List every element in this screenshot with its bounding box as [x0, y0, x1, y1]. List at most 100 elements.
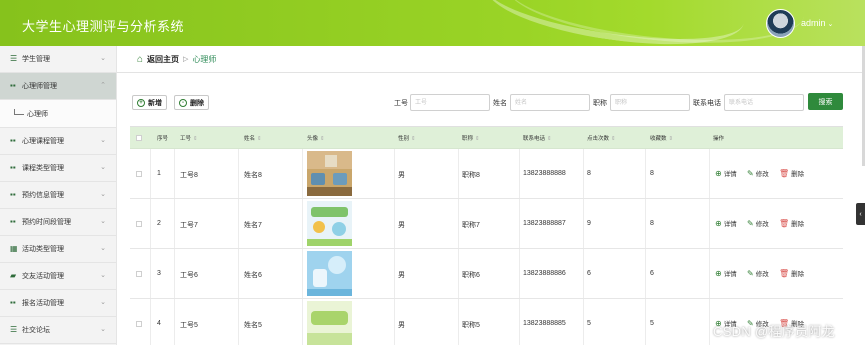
detail-button[interactable]: ⊕ 详情 [715, 168, 737, 179]
minus-icon: - [179, 98, 187, 107]
chevron-up-icon: ⌃ [100, 82, 106, 89]
cell-title: 职称7 [462, 222, 480, 229]
column-header[interactable]: 收藏数 ⇕ [650, 134, 673, 142]
cell-favorites: 5 [650, 320, 654, 327]
avatar-thumbnail[interactable] [307, 151, 352, 196]
edit-icon: ✎ [747, 218, 754, 228]
search-id-input[interactable] [410, 94, 490, 111]
add-button[interactable]: + 新增 [132, 95, 167, 110]
avatar-thumbnail[interactable] [307, 251, 352, 296]
column-header[interactable]: 工号 ⇕ [180, 134, 198, 142]
column-header[interactable]: 姓名 ⇕ [244, 134, 262, 142]
sidebar-item-social-activities[interactable]: ▰ 交友活动管理 ⌄ [0, 263, 116, 290]
sidebar-item-label: 学生管理 [22, 56, 50, 63]
search-label-title: 职称 [593, 100, 607, 107]
data-table: 序号 工号 ⇕ 姓名 ⇕ 头像 ⇕ 性别 ⇕ 职称 ⇕ 联系电话 ⇕ 点击次数 ⇕ 收藏数 ⇕ … [130, 126, 843, 345]
sidebar-item-label: 心理师管理 [22, 83, 57, 90]
search-title-input[interactable] [610, 94, 690, 111]
sidebar-item-appointments[interactable]: ▪▪ 预约信息管理 ⌄ [0, 182, 116, 209]
search-button[interactable]: 搜索 [808, 93, 843, 110]
user-menu[interactable]: admin ⌄ [801, 18, 833, 28]
edit-icon: ✎ [747, 168, 754, 178]
table-row[interactable]: 2 工号7 姓名7 男 职称7 13823888887 9 8 ⊕ 详情 ✎ 修改 … [130, 199, 843, 249]
sidebar-item-courses[interactable]: ▪▪ 心理课程管理 ⌄ [0, 128, 116, 155]
row-checkbox[interactable] [136, 171, 142, 177]
avatar[interactable] [766, 9, 795, 38]
cell-id: 工号5 [180, 322, 198, 329]
app-title: 大学生心理测评与分析系统 [22, 19, 185, 34]
cell-title: 职称8 [462, 172, 480, 179]
list-icon: ☰ [10, 54, 18, 63]
column-header[interactable]: 头像 ⇕ [307, 134, 325, 142]
breadcrumb-home-link[interactable]: 返回主页 [147, 54, 179, 65]
cell-gender: 男 [398, 172, 405, 179]
add-button-label: 新增 [148, 99, 162, 107]
cell-phone: 13823888888 [523, 170, 566, 177]
edit-button[interactable]: ✎ 修改 [747, 268, 769, 279]
search-name-input[interactable] [510, 94, 590, 111]
sidebar-item-label: 社交论坛 [22, 327, 50, 334]
column-header[interactable]: 性别 ⇕ [398, 134, 416, 142]
sidebar-item-forum[interactable]: ☰ 社交论坛 ⌄ [0, 317, 116, 344]
sidebar-item-activity-types[interactable]: ▦ 活动类型管理 ⌄ [0, 236, 116, 263]
chevron-down-icon: ⌄ [827, 21, 834, 28]
row-checkbox[interactable] [136, 321, 142, 327]
delete-row-button[interactable]: 🗑 删除 [779, 168, 804, 179]
sidebar-item-counselors[interactable]: ▪▪ 心理师管理 ⌃ [0, 73, 116, 100]
delete-button-label: 删除 [190, 99, 204, 107]
sidebar-subitem-counselor[interactable]: 心理师 [0, 100, 116, 128]
cell-gender: 男 [398, 322, 405, 329]
delete-row-button[interactable]: 🗑 删除 [779, 218, 804, 229]
sidebar-item-label: 心理课程管理 [22, 138, 64, 145]
tree-branch-icon [14, 108, 24, 115]
sidebar-item-label: 预约信息管理 [22, 192, 64, 199]
trash-icon: 🗑 [779, 268, 790, 278]
detail-button[interactable]: ⊕ 详情 [715, 218, 737, 229]
table-row[interactable]: 3 工号6 姓名6 男 职称6 13823888886 6 6 ⊕ 详情 ✎ 修改 … [130, 249, 843, 299]
sidebar-item-students[interactable]: ☰ 学生管理 ⌄ [0, 46, 116, 73]
grid-icon: ▪▪ [10, 298, 16, 307]
sidebar-item-registrations[interactable]: ▪▪ 报名活动管理 ⌄ [0, 290, 116, 317]
detail-button[interactable]: ⊕ 详情 [715, 268, 737, 279]
watermark: CSDN @程序员阿龙 [713, 324, 835, 339]
column-header: 序号 [157, 135, 169, 142]
cell-favorites: 8 [650, 170, 654, 177]
sidebar-item-label: 报名活动管理 [22, 300, 64, 307]
cell-index: 2 [157, 220, 161, 227]
column-header[interactable]: 联系电话 ⇕ [523, 134, 552, 142]
trash-icon: 🗑 [779, 168, 790, 178]
row-checkbox[interactable] [136, 271, 142, 277]
cell-clicks: 6 [587, 270, 591, 277]
chevron-down-icon: ⌄ [100, 326, 106, 333]
cell-clicks: 5 [587, 320, 591, 327]
delete-row-button[interactable]: 🗑 删除 [779, 268, 804, 279]
table-row[interactable]: 1 工号8 姓名8 男 职称8 13823888888 8 8 ⊕ 详情 ✎ 修改 … [130, 149, 843, 199]
edit-button[interactable]: ✎ 修改 [747, 218, 769, 229]
sidebar-item-label: 课程类型管理 [22, 165, 64, 172]
cell-name: 姓名6 [244, 272, 262, 279]
grid-icon: ▪▪ [10, 217, 16, 226]
column-header[interactable]: 点击次数 ⇕ [587, 134, 616, 142]
grid-icon: ▪▪ [10, 136, 16, 145]
cell-favorites: 8 [650, 220, 654, 227]
search-label-name: 姓名 [493, 100, 507, 107]
sort-icon: ⇕ [411, 135, 416, 142]
column-header[interactable]: 职称 ⇕ [462, 134, 480, 142]
search-phone-input[interactable] [724, 94, 804, 111]
grid-icon: ▪▪ [10, 163, 16, 172]
select-all-checkbox[interactable] [136, 135, 142, 141]
grid-icon: ▪▪ [10, 190, 16, 199]
sort-icon: ⇕ [611, 135, 616, 142]
avatar-thumbnail[interactable] [307, 201, 352, 246]
edit-icon: ✎ [747, 268, 754, 278]
delete-button[interactable]: - 删除 [174, 95, 209, 110]
edit-button[interactable]: ✎ 修改 [747, 168, 769, 179]
avatar-thumbnail[interactable] [307, 301, 352, 345]
thumb-icon: ▰ [10, 271, 17, 280]
cell-clicks: 9 [587, 220, 591, 227]
sidebar-item-course-types[interactable]: ▪▪ 课程类型管理 ⌄ [0, 155, 116, 182]
sidebar-item-time-slots[interactable]: ▪▪ 预约时间段管理 ⌄ [0, 209, 116, 236]
row-checkbox[interactable] [136, 221, 142, 227]
home-icon[interactable]: ⌂ [137, 54, 143, 65]
side-collapse-tab[interactable]: ‹ [856, 203, 865, 225]
